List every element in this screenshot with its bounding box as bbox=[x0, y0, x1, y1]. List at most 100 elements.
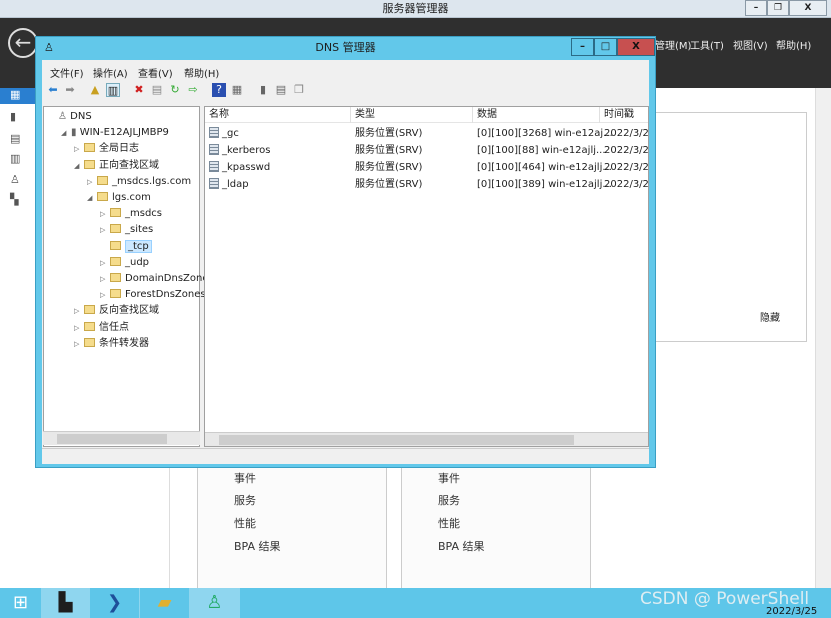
expander-icon[interactable]: ◢ bbox=[61, 126, 71, 141]
tree-node[interactable]: ▷ _udp bbox=[100, 255, 149, 270]
start-windows-icon[interactable]: ⊞ bbox=[0, 588, 42, 618]
expander-icon[interactable]: ▷ bbox=[74, 337, 84, 352]
server-manager-titlebar: 服务器管理器 – ❐ X bbox=[0, 0, 831, 18]
delete-icon[interactable]: ✖ bbox=[132, 83, 146, 97]
tree-node[interactable]: ▷ 条件转发器 bbox=[74, 336, 149, 351]
menu-view[interactable]: 视图(V) bbox=[733, 37, 768, 52]
card-link-performance[interactable]: 性能 bbox=[438, 515, 460, 531]
cell-data: [0][100][88] win-e12ajlj... bbox=[477, 145, 606, 156]
copy-icon[interactable]: ❐ bbox=[292, 83, 306, 97]
tree-node[interactable]: ◢ lgs.com bbox=[87, 190, 151, 205]
dns-icon[interactable]: ♙ bbox=[0, 173, 30, 189]
role-card: 事件 服务 性能 BPA 结果 bbox=[401, 462, 591, 588]
cell-type: 服务位置(SRV) bbox=[355, 145, 423, 156]
menu-help[interactable]: 帮助(H) bbox=[776, 37, 811, 52]
folder-icon bbox=[84, 143, 95, 153]
refresh-icon[interactable]: ↻ bbox=[168, 83, 182, 97]
horizontal-scrollbar[interactable] bbox=[205, 432, 648, 446]
table-row[interactable]: _ldap 服务位置(SRV) [0][100][389] win-e12ajlj.… bbox=[205, 176, 649, 193]
forward-icon[interactable]: ➡ bbox=[63, 83, 77, 97]
properties-icon[interactable]: ▤ bbox=[150, 83, 164, 97]
card-link-bpa[interactable]: BPA 结果 bbox=[234, 538, 281, 554]
clock-date[interactable]: 2022/3/25 bbox=[766, 606, 817, 617]
menu-manage[interactable]: 管理(M) bbox=[655, 37, 691, 52]
expander-icon[interactable]: ▷ bbox=[100, 207, 110, 222]
tree-node[interactable]: ▷ _msdcs bbox=[100, 206, 162, 221]
card-link-bpa[interactable]: BPA 结果 bbox=[438, 538, 485, 554]
back-arrow-icon[interactable]: ← bbox=[8, 28, 38, 58]
card-link-services[interactable]: 服务 bbox=[438, 492, 460, 508]
server-icon[interactable]: ▮ bbox=[256, 83, 270, 97]
vertical-scrollbar[interactable] bbox=[815, 88, 831, 588]
expander-icon[interactable]: ▷ bbox=[100, 288, 110, 303]
table-row[interactable]: _gc 服务位置(SRV) [0][100][3268] win-e12aj... 2… bbox=[205, 125, 648, 142]
tree-node[interactable]: ▷ 反向查找区域 bbox=[74, 303, 159, 318]
all-servers-icon[interactable]: ▤ bbox=[0, 132, 30, 148]
card-link-services[interactable]: 服务 bbox=[234, 492, 256, 508]
tree-node[interactable]: ▷ 全局日志 bbox=[74, 141, 139, 156]
menu-help[interactable]: 帮助(H) bbox=[184, 65, 219, 80]
up-folder-icon[interactable]: ▲ bbox=[88, 83, 102, 97]
tree-node[interactable]: ▷ 信任点 bbox=[74, 320, 129, 335]
table-row[interactable]: _kpasswd 服务位置(SRV) [0][100][464] win-e12aj… bbox=[205, 159, 649, 176]
expander-icon[interactable]: ▷ bbox=[87, 175, 97, 190]
tree-node[interactable]: ♙ DNS bbox=[48, 109, 92, 124]
dashboard-icon[interactable]: ▦ bbox=[0, 88, 40, 104]
server-manager-taskbar-icon[interactable]: ▙ bbox=[42, 588, 90, 618]
expander-icon[interactable]: ◢ bbox=[87, 191, 97, 206]
maximize-button[interactable]: □ bbox=[594, 38, 617, 56]
dns-taskbar-icon[interactable]: ♙ bbox=[190, 588, 240, 618]
local-server-icon[interactable]: ▮ bbox=[0, 110, 30, 126]
tree-node-label: _tcp bbox=[125, 239, 152, 253]
folder-icon bbox=[97, 175, 108, 185]
column-header-timestamp[interactable]: 时间戳 bbox=[600, 107, 648, 123]
hide-link[interactable]: 隐藏 bbox=[760, 309, 780, 324]
tree-node[interactable]: ◢ 正向查找区域 bbox=[74, 158, 159, 173]
menu-action[interactable]: 操作(A) bbox=[93, 65, 128, 80]
export-icon[interactable]: ⇨ bbox=[186, 83, 200, 97]
cell-timestamp: 2022/3/2 bbox=[604, 179, 649, 190]
show-tree-icon[interactable]: ▥ bbox=[106, 83, 120, 97]
tree-node[interactable]: ▷ DomainDnsZones bbox=[100, 271, 214, 286]
minimize-button[interactable]: – bbox=[571, 38, 594, 56]
tree-node[interactable]: ▷ _sites bbox=[100, 222, 153, 237]
expander-icon[interactable]: ▷ bbox=[100, 272, 110, 287]
expander-icon[interactable]: ▷ bbox=[74, 304, 84, 319]
close-button[interactable]: X bbox=[617, 38, 655, 56]
tree-node[interactable]: ◢ ▮ WIN-E12AJLJMBP9 bbox=[61, 125, 169, 140]
expander-icon[interactable]: ◢ bbox=[74, 159, 84, 174]
column-header-data[interactable]: 数据 bbox=[473, 107, 600, 123]
records-icon[interactable]: ▤ bbox=[274, 83, 288, 97]
folder-icon bbox=[110, 289, 121, 299]
card-link-performance[interactable]: 性能 bbox=[234, 515, 256, 531]
menu-file[interactable]: 文件(F) bbox=[50, 65, 84, 80]
minimize-button[interactable]: – bbox=[745, 0, 767, 16]
tree-node[interactable]: ▷ ForestDnsZones bbox=[100, 287, 206, 302]
tree-node[interactable]: ▷ _msdcs.lgs.com bbox=[87, 174, 191, 189]
tree-horizontal-scrollbar[interactable] bbox=[43, 431, 200, 445]
file-services-icon[interactable]: ▚ bbox=[0, 193, 30, 209]
tree-node[interactable]: _tcp bbox=[100, 239, 152, 254]
help-icon[interactable]: ? bbox=[212, 83, 226, 97]
table-row[interactable]: _kerberos 服务位置(SRV) [0][100][88] win-e12aj… bbox=[205, 142, 648, 159]
powershell-icon[interactable]: ❯ bbox=[90, 588, 140, 618]
column-header-name[interactable]: 名称 bbox=[205, 107, 351, 123]
expander-icon[interactable]: ▷ bbox=[100, 223, 110, 238]
menu-view[interactable]: 查看(V) bbox=[138, 65, 173, 80]
expander-icon[interactable]: ▷ bbox=[74, 142, 84, 157]
column-header-type[interactable]: 类型 bbox=[351, 107, 473, 123]
restore-button[interactable]: ❐ bbox=[767, 0, 789, 16]
back-icon[interactable]: ⬅ bbox=[46, 83, 60, 97]
console-icon[interactable]: ▦ bbox=[230, 83, 244, 97]
ad-ds-icon[interactable]: ▥ bbox=[0, 152, 30, 168]
tree-node-label: _msdcs bbox=[125, 208, 163, 220]
cell-timestamp: 2022/3/2 bbox=[604, 162, 649, 173]
expander-icon[interactable]: ▷ bbox=[100, 256, 110, 271]
close-button[interactable]: X bbox=[789, 0, 827, 16]
file-explorer-icon[interactable]: ▰ bbox=[140, 588, 190, 618]
card-link-events[interactable]: 事件 bbox=[234, 470, 256, 486]
card-link-events[interactable]: 事件 bbox=[438, 470, 460, 486]
menu-tools[interactable]: 工具(T) bbox=[690, 37, 724, 52]
record-icon bbox=[209, 127, 219, 138]
expander-icon[interactable]: ▷ bbox=[74, 321, 84, 336]
